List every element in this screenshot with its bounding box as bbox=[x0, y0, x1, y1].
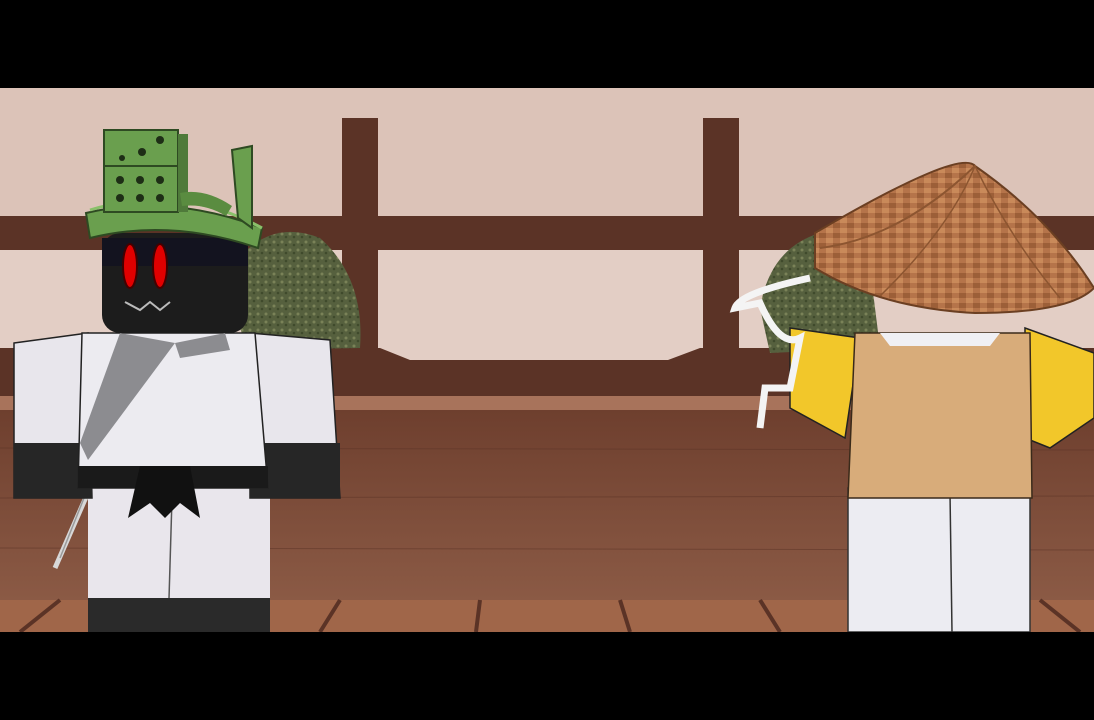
farmer-shirt bbox=[847, 332, 1033, 499]
letterbox-bottom bbox=[0, 632, 1094, 720]
ninja-eye-left bbox=[122, 243, 138, 289]
dojo-scene bbox=[0, 88, 1094, 632]
letterbox-top bbox=[0, 0, 1094, 88]
ninja-eye-right bbox=[152, 243, 168, 289]
farmer-legs bbox=[847, 487, 1031, 632]
game-viewport[interactable] bbox=[0, 88, 1094, 632]
wall-post-right bbox=[703, 118, 739, 368]
